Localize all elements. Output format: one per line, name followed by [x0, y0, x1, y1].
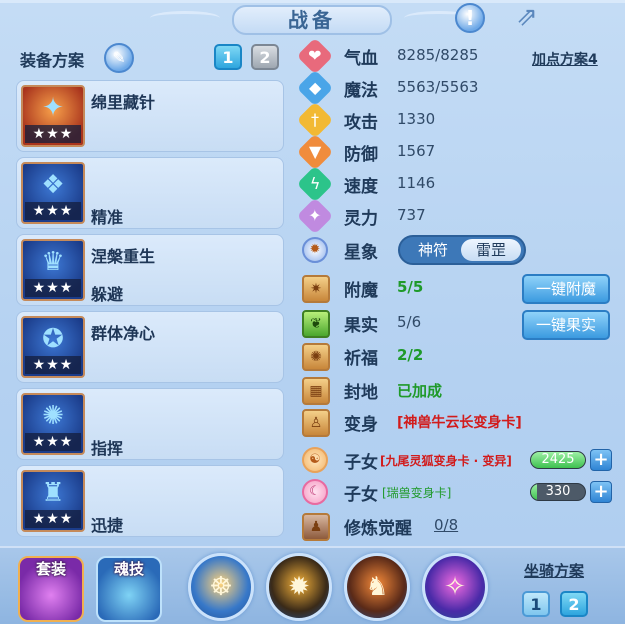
territory-icon: ▦ [302, 377, 330, 405]
child1-progress-bar: 2425 [530, 451, 586, 469]
stat-row-attack: † 攻击 1330 [296, 101, 622, 139]
toggle-option-leigang[interactable]: 雷罡 [461, 239, 521, 261]
monk-skill-icon: ☸ [209, 572, 233, 602]
enchant-icon: ✷ [302, 275, 330, 303]
mount-page-2-button[interactable]: 2 [560, 591, 588, 617]
toggle-option-shenfu[interactable]: 神符 [403, 239, 463, 261]
child2-progress-bar: 330 [530, 483, 586, 501]
talisman-skill-icon: ✧ [444, 572, 466, 602]
equipment-card[interactable]: ♜ ★★★ 迅捷 [16, 465, 284, 537]
spirit-icon: ✦ [296, 197, 334, 235]
child2-add-button[interactable]: + [590, 481, 612, 503]
skill-slot-4[interactable]: ✧ [422, 553, 488, 621]
equipment-card[interactable]: ❖ ★★★ 精准 [16, 157, 284, 229]
stat-row-hp: ❤ 气血 8285/8285 [296, 37, 622, 75]
heart-icon: ❤ [296, 37, 334, 75]
equipment-icon: ♛ ★★★ [21, 239, 85, 301]
pencil-icon: ✎ [112, 48, 126, 67]
star-rating: ★★★ [25, 510, 81, 528]
share-icon[interactable]: ⇗ [510, 3, 544, 33]
mana-icon: ◆ [296, 69, 334, 107]
star-rating: ★★★ [25, 125, 81, 143]
star-rating: ★★★ [25, 433, 81, 451]
equipment-effect-name: 迅捷 [91, 516, 124, 535]
equipment-icon: ✦ ★★★ [21, 85, 85, 147]
equipment-plan-label: 装备方案 [20, 51, 85, 70]
stat-row-defense: ▼ 防御 1567 [296, 133, 622, 171]
skill-slot-3[interactable]: ♞ [344, 553, 410, 621]
equipment-icon: ✪ ★★★ [21, 316, 85, 378]
equipment-icon: ✺ ★★★ [21, 393, 85, 455]
awakening-icon: ♟ [302, 513, 330, 541]
star-rating: ★★★ [25, 279, 81, 297]
plan-page-2-button[interactable]: 2 [251, 44, 279, 70]
equipment-card[interactable]: ✺ ★★★ 指挥 [16, 388, 284, 460]
child1-add-button[interactable]: + [590, 449, 612, 471]
battle-prep-panel: 战备 ! ⇗ 装备方案 ✎ 1 2 ✦ ★★★ 绵里藏针 ❖ ★★★ 精准 ♛ … [0, 0, 625, 624]
child-icon: ☯ [302, 447, 328, 473]
mount-page-1-button[interactable]: 1 [522, 591, 550, 617]
child-icon: ☾ [302, 479, 328, 505]
beast-skill-icon: ✹ [288, 572, 310, 602]
skill-slot-2[interactable]: ✹ [266, 553, 332, 621]
equipment-skill-name: 涅槃重生 [91, 247, 156, 266]
equipment-icon: ❖ ★★★ [21, 162, 85, 224]
stat-row-spirit: ✦ 灵力 737 [296, 197, 622, 235]
edit-plan-button[interactable]: ✎ [104, 43, 134, 73]
page-title: 战备 [232, 5, 392, 35]
sword-icon: † [296, 101, 334, 139]
shield-icon: ▼ [296, 133, 334, 171]
equipment-skill-name: 群体净心 [91, 324, 156, 343]
transform-row: ♙ 变身 [神兽牛云长变身卡] [302, 409, 622, 437]
equipment-effect-name: 精准 [91, 208, 124, 227]
equipment-icon: ♜ ★★★ [21, 470, 85, 532]
lightning-icon: ϟ [296, 165, 334, 203]
territory-row: ▦ 封地 已加成 [302, 377, 622, 405]
suit-button[interactable]: 套装 [18, 556, 84, 622]
star-sign-toggle[interactable]: 神符 雷罡 [398, 235, 526, 265]
one-click-enchant-button[interactable]: 一键附魔 [522, 274, 610, 304]
plan-page-1-button[interactable]: 1 [214, 44, 242, 70]
equipment-card[interactable]: ✪ ★★★ 群体净心 [16, 311, 284, 383]
star-rating: ★★★ [25, 356, 81, 374]
equipment-card[interactable]: ♛ ★★★ 涅槃重生 躲避 [16, 234, 284, 306]
fruit-icon: ❦ [302, 310, 330, 338]
star-rating: ★★★ [25, 202, 81, 220]
equipment-effect-name: 躲避 [91, 285, 124, 304]
soul-skill-button[interactable]: 魂技 [96, 556, 162, 622]
info-button[interactable]: ! [455, 3, 485, 33]
star-sign-icon: ✹ [302, 237, 328, 263]
equipment-card[interactable]: ✦ ★★★ 绵里藏针 [16, 80, 284, 152]
one-click-fruit-button[interactable]: 一键果实 [522, 310, 610, 340]
equipment-effect-name: 指挥 [91, 439, 124, 458]
transform-icon: ♙ [302, 409, 330, 437]
title-decoration-left [150, 11, 220, 25]
mount-plan-link[interactable]: 坐骑方案 [524, 560, 584, 581]
awakening-row: ♟ 修炼觉醒 0/8 [302, 513, 622, 541]
blessing-icon: ✺ [302, 343, 330, 371]
stat-row-speed: ϟ 速度 1146 [296, 165, 622, 203]
stat-row-mp: ◆ 魔法 5563/5563 [296, 69, 622, 107]
equipment-skill-name: 绵里藏针 [91, 93, 156, 112]
skill-slot-1[interactable]: ☸ [188, 553, 254, 621]
warrior-skill-icon: ♞ [365, 572, 389, 602]
blessing-row: ✺ 祈福 2/2 [302, 343, 622, 371]
